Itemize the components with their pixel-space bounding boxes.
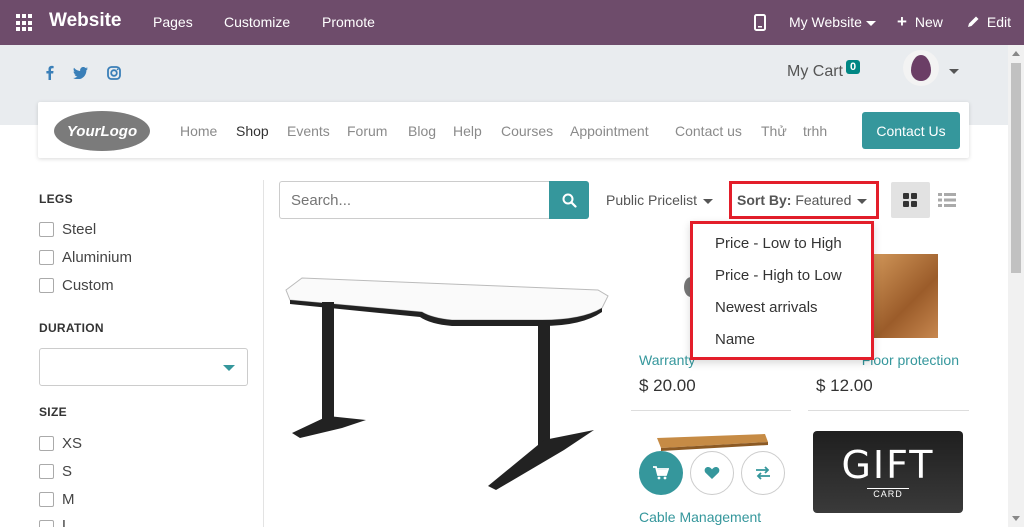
checkbox-xs[interactable] <box>39 436 54 451</box>
checkbox-custom[interactable] <box>39 278 54 293</box>
checkbox-label-m[interactable]: M <box>62 491 75 508</box>
scroll-down-icon[interactable] <box>1012 516 1020 521</box>
product-name-warranty[interactable]: Warranty <box>639 352 695 368</box>
checkbox-label-xs[interactable]: XS <box>62 435 82 452</box>
nav-appointment[interactable]: Appointment <box>570 123 649 139</box>
pricelist-label: Public Pricelist <box>606 192 698 208</box>
site-logo[interactable]: YourLogo <box>54 111 150 151</box>
scroll-up-icon[interactable] <box>1012 51 1020 56</box>
heart-icon <box>704 467 720 479</box>
facet-duration-title: DURATION <box>39 321 104 335</box>
edit-label: Edit <box>986 14 1012 30</box>
nav-shop[interactable]: Shop <box>236 123 269 139</box>
user-avatar[interactable] <box>903 50 939 86</box>
checkbox-label-steel[interactable]: Steel <box>62 221 96 238</box>
cart-icon <box>653 466 669 480</box>
facet-legs-title: LEGS <box>39 192 73 206</box>
mobile-preview-icon[interactable] <box>754 14 766 31</box>
new-label: New <box>914 14 943 30</box>
checkbox-l[interactable] <box>39 520 54 527</box>
edit-button[interactable]: Edit <box>967 14 1011 30</box>
chevron-down-icon <box>865 20 876 26</box>
product-price-floor-protection: $ 12.00 <box>816 376 873 395</box>
sort-dropdown-menu: Price - Low to High Price - High to Low … <box>690 221 874 360</box>
facet-size-title: SIZE <box>39 405 67 419</box>
contact-us-button[interactable]: Contact Us <box>862 112 960 149</box>
chevron-down-icon <box>223 365 235 371</box>
site-switcher-label: My Website <box>789 14 862 30</box>
add-to-wishlist-button[interactable] <box>690 451 734 495</box>
search-icon <box>562 193 577 208</box>
product-divider <box>808 410 969 411</box>
twitter-icon[interactable] <box>73 67 88 79</box>
sidebar-divider <box>263 180 264 527</box>
pricelist-dropdown[interactable]: Public Pricelist <box>606 192 714 208</box>
gift-card-image[interactable]: GIFT CARD <box>813 431 963 513</box>
duration-select[interactable] <box>39 348 248 386</box>
floor-protection-image[interactable] <box>866 254 938 338</box>
sort-by-value: Featured <box>795 192 852 208</box>
nav-trhh[interactable]: trhh <box>803 123 827 139</box>
nav-courses[interactable]: Courses <box>501 123 553 139</box>
sort-by-label: Sort By: <box>737 192 792 208</box>
gift-card-subtitle: CARD <box>867 487 909 499</box>
menu-promote[interactable]: Promote <box>322 14 375 30</box>
sort-option-price-high-low[interactable]: Price - High to Low <box>715 267 842 284</box>
menu-pages[interactable]: Pages <box>153 14 193 30</box>
my-cart-link[interactable]: My Cart <box>787 63 843 81</box>
checkbox-m[interactable] <box>39 492 54 507</box>
grid-icon <box>903 193 917 207</box>
list-view-icon[interactable] <box>938 192 956 208</box>
search-button[interactable] <box>549 181 589 219</box>
odoo-drop-icon <box>911 55 931 81</box>
plus-icon: + <box>897 12 907 31</box>
product-divider <box>631 410 791 411</box>
nav-events[interactable]: Events <box>287 123 330 139</box>
chevron-down-icon <box>857 198 868 204</box>
sort-by-dropdown[interactable]: Sort By: Featured <box>737 192 868 208</box>
nav-forum[interactable]: Forum <box>347 123 387 139</box>
grid-view-button[interactable] <box>891 182 930 218</box>
instagram-icon[interactable] <box>107 66 121 80</box>
gift-card-title: GIFT <box>841 442 935 487</box>
checkbox-label-s[interactable]: S <box>62 463 72 480</box>
site-switcher[interactable]: My Website <box>789 14 876 30</box>
checkbox-steel[interactable] <box>39 222 54 237</box>
apps-menu-icon[interactable] <box>16 14 34 32</box>
compare-button[interactable] <box>741 451 785 495</box>
scrollbar-thumb[interactable] <box>1011 63 1021 273</box>
admin-topbar: Website Pages Customize Promote My Websi… <box>0 0 1024 45</box>
nav-contact-us[interactable]: Contact us <box>675 123 742 139</box>
product-price-warranty: $ 20.00 <box>639 376 696 395</box>
product-name-cable-management[interactable]: Cable Management <box>639 509 761 525</box>
checkbox-label-l[interactable]: L <box>62 517 70 527</box>
menu-customize[interactable]: Customize <box>224 14 290 30</box>
sort-option-newest[interactable]: Newest arrivals <box>715 299 818 316</box>
user-menu-chevron-icon[interactable] <box>949 69 959 74</box>
checkbox-s[interactable] <box>39 464 54 479</box>
product-search-input[interactable] <box>279 181 550 219</box>
sort-option-name[interactable]: Name <box>715 331 755 348</box>
nav-help[interactable]: Help <box>453 123 482 139</box>
page-scrollbar[interactable] <box>1008 45 1024 527</box>
pencil-icon <box>968 16 979 27</box>
chevron-down-icon <box>703 198 714 204</box>
sort-option-price-low-high[interactable]: Price - Low to High <box>715 235 842 252</box>
desk-product-image[interactable] <box>282 268 614 496</box>
cart-count-badge: 0 <box>846 60 861 74</box>
checkbox-label-custom[interactable]: Custom <box>62 277 114 294</box>
nav-thu[interactable]: Thử <box>761 123 787 139</box>
add-to-cart-button[interactable] <box>639 451 683 495</box>
facebook-icon[interactable] <box>46 65 54 80</box>
app-brand[interactable]: Website <box>49 10 122 32</box>
nav-blog[interactable]: Blog <box>408 123 436 139</box>
new-button[interactable]: + New <box>897 12 943 31</box>
checkbox-aluminium[interactable] <box>39 250 54 265</box>
exchange-icon <box>756 466 770 480</box>
checkbox-label-aluminium[interactable]: Aluminium <box>62 249 132 266</box>
nav-home[interactable]: Home <box>180 123 217 139</box>
